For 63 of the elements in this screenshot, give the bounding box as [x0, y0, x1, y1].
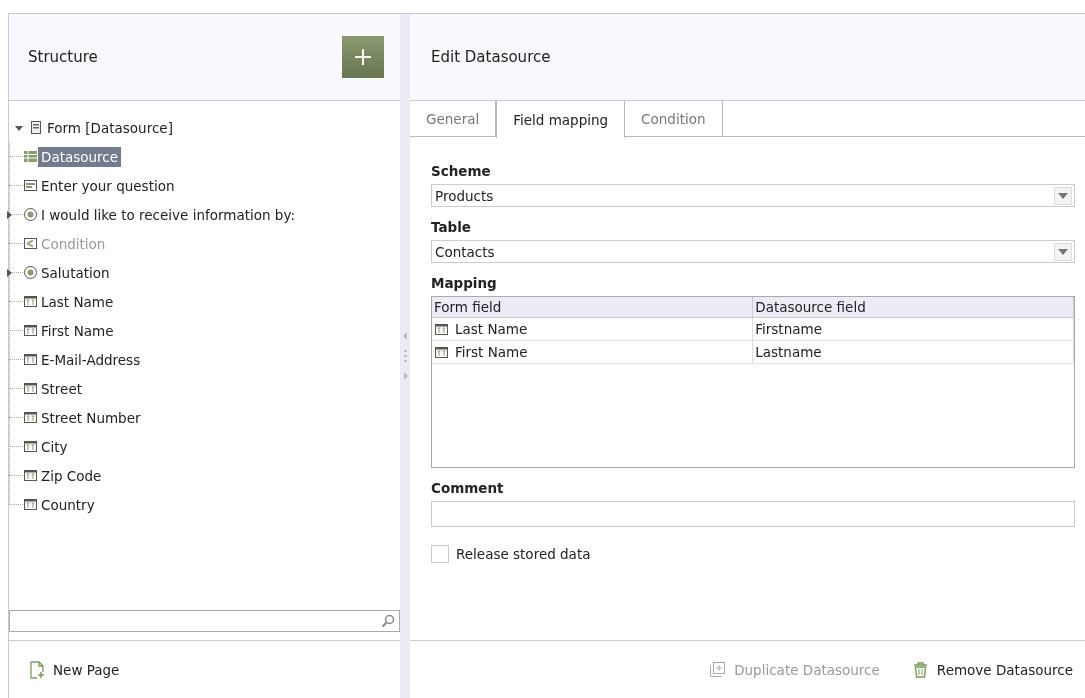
tree-item[interactable]: Datasource: [38, 146, 122, 167]
text-field-icon: [23, 439, 38, 454]
table-cell: First Name: [455, 344, 528, 360]
splitter-grip-icon: [403, 350, 407, 362]
text-field-icon: [23, 323, 38, 338]
caret-icon: [1058, 248, 1068, 255]
tab[interactable]: Field mapping: [496, 101, 626, 138]
column-header[interactable]: Form field: [432, 297, 753, 318]
tree-item[interactable]: Zip Code: [38, 465, 105, 486]
text-field-icon: [23, 352, 38, 367]
search-field[interactable]: [9, 610, 400, 632]
panel-title: Structure: [28, 48, 98, 66]
text-field-icon: [434, 344, 449, 360]
field-label: Table: [431, 219, 473, 235]
tree-item[interactable]: Street: [38, 378, 86, 399]
search-icon: [381, 614, 395, 628]
field-label: Comment: [431, 480, 505, 496]
radio-icon: [23, 265, 38, 280]
table-cell: Lastname: [752, 340, 1074, 364]
text-area-icon: [23, 178, 38, 193]
tree-item[interactable]: Form [Datasource]: [44, 117, 176, 138]
duplicate-icon: [709, 661, 727, 678]
trash-icon: [911, 661, 929, 678]
tree-item[interactable]: City: [38, 436, 71, 457]
checkbox-label: Release stored data: [456, 546, 591, 562]
plus-icon: [354, 48, 372, 66]
field-label: Scheme: [431, 163, 492, 179]
text-field-icon: [23, 468, 38, 483]
table-cell: Last Name: [455, 321, 528, 337]
tree-item[interactable]: I would like to receive information by:: [38, 204, 298, 225]
document-icon: [29, 120, 44, 135]
tree-item[interactable]: Salutation: [38, 262, 113, 283]
branch-icon: [23, 236, 38, 251]
collapse-right-icon: [402, 372, 408, 380]
text-field-icon: [23, 410, 38, 425]
tree-item[interactable]: First Name: [38, 320, 117, 341]
tree-item[interactable]: Last Name: [38, 291, 117, 312]
tree-item[interactable]: Country: [38, 494, 98, 515]
page-plus-icon: [29, 660, 45, 679]
expand-arrow-icon[interactable]: [4, 209, 14, 220]
text-field-icon: [23, 381, 38, 396]
add-button[interactable]: [342, 36, 384, 78]
tree-item[interactable]: E-Mail-Address: [38, 349, 144, 370]
remove-button[interactable]: Remove Datasource: [911, 661, 1073, 678]
comment-field[interactable]: [431, 501, 1075, 527]
new-page-button[interactable]: New Page: [29, 660, 120, 679]
dropdown[interactable]: Products: [431, 184, 1075, 207]
dropdown[interactable]: Contacts: [431, 240, 1075, 263]
text-field-icon: [23, 497, 38, 512]
field-label: Mapping: [431, 275, 498, 291]
expand-arrow-icon[interactable]: [4, 267, 14, 278]
checkbox[interactable]: [431, 545, 449, 563]
panel-title: Edit Datasource: [431, 48, 551, 66]
table-cell: Firstname: [752, 317, 1074, 341]
radio-icon: [23, 207, 38, 222]
text-field-icon: [434, 321, 449, 337]
text-field-icon: [23, 294, 38, 309]
caret-icon: [1058, 192, 1068, 199]
table-icon: [23, 149, 38, 164]
collapse-left-icon: [402, 332, 408, 340]
tree-item[interactable]: Street Number: [38, 407, 144, 428]
tree-item[interactable]: Enter your question: [38, 175, 178, 196]
column-header[interactable]: Datasource field: [752, 297, 1074, 318]
